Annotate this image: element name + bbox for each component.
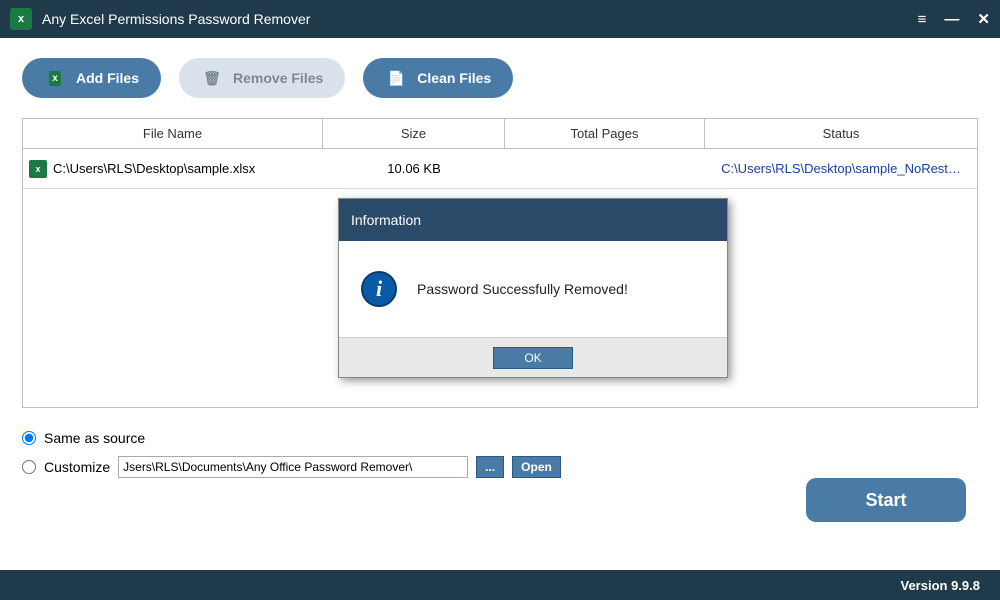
dialog-body: i Password Successfully Removed! (339, 241, 727, 337)
footer: Version 9.9.8 (0, 570, 1000, 600)
radio-customize-input[interactable] (22, 460, 36, 474)
trash-icon: 🗑 (201, 67, 223, 89)
add-files-icon: x (44, 67, 66, 89)
browse-button[interactable]: ... (476, 456, 504, 478)
header-size[interactable]: Size (323, 119, 505, 148)
table-row[interactable]: x C:\Users\RLS\Desktop\sample.xlsx 10.06… (23, 149, 977, 189)
start-button[interactable]: Start (806, 478, 966, 522)
cell-size: 10.06 KB (323, 161, 505, 176)
title-bar: x Any Excel Permissions Password Remover… (0, 0, 1000, 38)
radio-same-as-source[interactable]: Same as source (22, 430, 561, 446)
info-icon: i (361, 271, 397, 307)
info-dialog: Information i Password Successfully Remo… (338, 198, 728, 378)
header-file-name[interactable]: File Name (23, 119, 323, 148)
radio-customize[interactable]: Customize ... Open (22, 456, 561, 478)
dialog-footer: OK (339, 337, 727, 377)
radio-same-input[interactable] (22, 431, 36, 445)
output-radios: Same as source Customize ... Open (22, 430, 561, 478)
app-icon: x (10, 8, 32, 30)
clean-files-button[interactable]: 📄 Clean Files (363, 58, 513, 98)
clean-files-label: Clean Files (417, 70, 491, 86)
window-controls: ≡ — ✕ (918, 10, 990, 28)
output-path-input[interactable] (118, 456, 468, 478)
remove-files-label: Remove Files (233, 70, 323, 86)
dialog-message: Password Successfully Removed! (417, 281, 628, 297)
remove-files-button: 🗑 Remove Files (179, 58, 345, 98)
clean-icon: 📄 (385, 67, 407, 89)
dialog-title: Information (339, 199, 727, 241)
open-button[interactable]: Open (512, 456, 561, 478)
menu-icon[interactable]: ≡ (918, 11, 927, 28)
radio-customize-label: Customize (44, 459, 110, 475)
ok-button[interactable]: OK (493, 347, 573, 369)
header-status[interactable]: Status (705, 119, 977, 148)
cell-file-name: x C:\Users\RLS\Desktop\sample.xlsx (23, 160, 323, 178)
version-label: Version 9.9.8 (901, 578, 981, 593)
close-icon[interactable]: ✕ (977, 10, 990, 28)
header-total-pages[interactable]: Total Pages (505, 119, 705, 148)
add-files-button[interactable]: x Add Files (22, 58, 161, 98)
radio-same-label: Same as source (44, 430, 145, 446)
file-name-text: C:\Users\RLS\Desktop\sample.xlsx (53, 161, 255, 176)
excel-file-icon: x (29, 160, 47, 178)
output-section: Same as source Customize ... Open (22, 430, 978, 478)
add-files-label: Add Files (76, 70, 139, 86)
minimize-icon[interactable]: — (944, 11, 959, 28)
toolbar: x Add Files 🗑 Remove Files 📄 Clean Files (22, 58, 978, 98)
cell-status: C:\Users\RLS\Desktop\sample_NoRest… (705, 159, 977, 179)
table-header: File Name Size Total Pages Status (23, 119, 977, 149)
app-title: Any Excel Permissions Password Remover (42, 11, 918, 27)
